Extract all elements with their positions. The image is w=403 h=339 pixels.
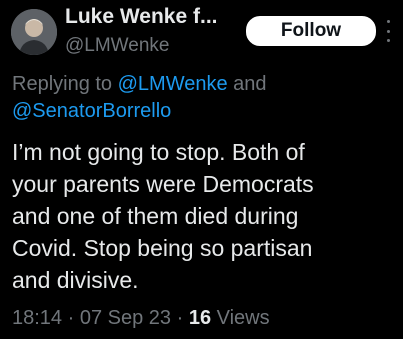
tweet-meta: 18:14 · 07 Sep 23 · 16 Views: [12, 307, 270, 330]
replying-to: Replying to @LMWenke and @SenatorBorrello: [12, 71, 392, 125]
follow-button[interactable]: Follow: [246, 16, 376, 46]
display-name[interactable]: Luke Wenke f...: [65, 5, 218, 29]
replying-to-joiner: and: [227, 73, 267, 95]
mention-senatorborrello[interactable]: @SenatorBorrello: [12, 100, 171, 122]
meta-separator: ·: [171, 307, 189, 329]
tweet-header: Luke Wenke f... @LMWenke Follow: [0, 0, 403, 60]
tweet-date[interactable]: 07 Sep 23: [80, 307, 171, 329]
user-handle[interactable]: @LMWenke: [65, 35, 169, 57]
replying-to-prefix: Replying to: [12, 73, 118, 95]
meta-separator: ·: [62, 307, 80, 329]
views-count: 16: [188, 307, 212, 329]
views-label: Views: [211, 307, 270, 329]
tweet-time[interactable]: 18:14: [12, 307, 62, 329]
tweet-text: I’m not going to stop. Both of your pare…: [12, 139, 314, 293]
more-options-icon[interactable]: [384, 20, 392, 42]
mention-lmwenke[interactable]: @LMWenke: [118, 73, 228, 95]
avatar[interactable]: [11, 9, 57, 55]
